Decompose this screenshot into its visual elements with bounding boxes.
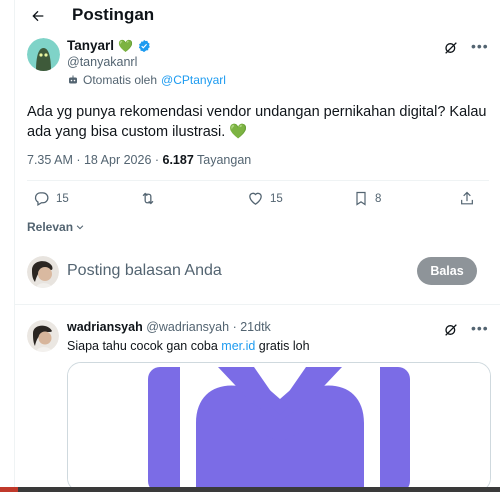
more-options-button[interactable]: ••• <box>471 38 489 54</box>
share-button[interactable] <box>459 190 475 207</box>
merid-logo-icon <box>68 363 490 491</box>
automated-by-link[interactable]: @CPtanyarl <box>161 73 226 87</box>
ellipsis-icon: ••• <box>471 38 489 54</box>
grok-button[interactable] <box>443 322 459 338</box>
sort-label: Relevan <box>27 220 74 234</box>
like-count: 15 <box>270 192 283 205</box>
author-name-text: Tanyarl <box>67 38 115 53</box>
page-header: Postingan <box>15 0 500 33</box>
grok-icon <box>445 324 457 336</box>
reply-header: wadriansyah @wadriansyah · 21dtk <box>67 320 271 334</box>
retweet-button[interactable] <box>139 190 163 207</box>
divider <box>27 180 489 181</box>
tweet-meta: 7.35 AM · 18 Apr 2026 · 6.187 Tayangan <box>27 153 251 167</box>
reply-author-avatar[interactable] <box>27 320 59 352</box>
reply-count: 15 <box>56 192 69 205</box>
divider <box>15 304 500 305</box>
views-label: Tayangan <box>197 153 252 167</box>
page-title: Postingan <box>72 5 155 24</box>
reply-author-name[interactable]: wadriansyah <box>67 320 143 334</box>
retweet-icon <box>142 192 154 205</box>
more-options-button[interactable]: ••• <box>471 320 489 336</box>
reply-link[interactable]: mer.id <box>221 339 255 353</box>
tweet-actions: 15 15 8 <box>27 190 489 214</box>
grok-icon <box>445 42 457 54</box>
chevron-down-icon <box>76 225 84 230</box>
grok-button[interactable] <box>443 40 459 56</box>
share-icon <box>461 191 473 205</box>
reply-media-image[interactable] <box>67 362 491 492</box>
reply-input[interactable]: Posting balasan Anda <box>67 262 222 280</box>
author-avatar[interactable] <box>27 38 60 71</box>
like-button[interactable]: 15 <box>247 190 283 207</box>
tweet-timestamp[interactable]: 7.35 AM · 18 Apr 2026 · <box>27 153 163 167</box>
reply-submit-button[interactable]: Balas <box>417 257 477 285</box>
author-emoji: 💚 <box>118 38 133 53</box>
bookmark-button[interactable]: 8 <box>353 190 381 207</box>
views-count: 6.187 <box>162 153 194 167</box>
sort-dropdown[interactable]: Relevan <box>27 220 85 234</box>
reply-text-suffix: gratis loh <box>255 339 310 353</box>
reply-author-handle[interactable]: @wadriansyah <box>146 320 229 334</box>
main-column: Postingan Tanyarl 💚 @tanyakanrl Otomatis… <box>14 0 500 492</box>
robot-icon <box>69 75 77 84</box>
author-name[interactable]: Tanyarl 💚 <box>67 38 151 53</box>
ellipsis-icon: ••• <box>471 320 489 336</box>
author-handle[interactable]: @tanyakanrl <box>67 55 137 69</box>
bookmark-icon <box>356 191 366 206</box>
reply-time[interactable]: · 21dtk <box>233 320 271 334</box>
reply-icon <box>34 192 49 207</box>
reply-text-prefix: Siapa tahu cocok gan coba <box>67 339 222 353</box>
reply-text: Siapa tahu cocok gan coba mer.id gratis … <box>67 339 310 353</box>
heart-icon <box>249 192 262 205</box>
user-avatar[interactable] <box>27 256 59 288</box>
reply-button[interactable]: 15 <box>33 190 69 207</box>
bottom-bar <box>0 487 500 492</box>
bookmark-count: 8 <box>375 192 382 205</box>
automated-prefix: Otomatis oleh <box>83 73 158 87</box>
verified-badge-icon <box>138 39 150 52</box>
arrow-left-icon <box>32 10 44 22</box>
bottom-bar-indicator <box>0 487 18 492</box>
automated-label: Otomatis oleh @CPtanyarl <box>67 73 226 87</box>
back-button[interactable] <box>27 5 49 27</box>
tweet-text: Ada yg punya rekomendasi vendor undangan… <box>27 104 487 140</box>
